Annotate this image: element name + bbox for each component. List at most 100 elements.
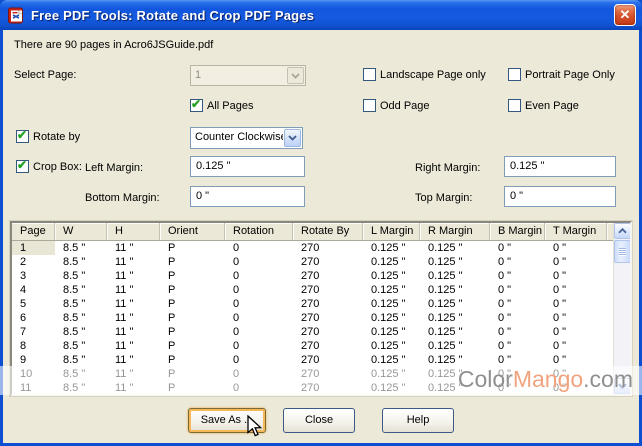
column-header[interactable]: R Margin [420,223,490,240]
table-row[interactable]: 38.5 "11 "P02700.125 "0.125 "0 "0 " [12,269,613,283]
scroll-down-icon[interactable] [614,378,631,394]
table-cell: 0.125 " [363,311,420,325]
column-header[interactable]: L Margin [363,223,420,240]
table-cell: 5 [12,297,55,311]
table-cell: 270 [293,255,363,269]
table-cell: 0 [225,367,293,381]
column-header[interactable]: Rotate By [293,223,363,240]
column-header[interactable]: B Margin [490,223,545,240]
scroll-up-icon[interactable] [614,223,631,239]
table-cell: 0 " [490,297,545,311]
checkbox-landscape-only[interactable]: Landscape Page only [363,68,486,81]
select-page-label: Select Page: [14,69,76,81]
table-cell: 270 [293,297,363,311]
table-cell: P [160,283,225,297]
save-as-button[interactable]: Save As ... [188,408,266,433]
chevron-down-icon[interactable] [284,129,301,147]
table-cell: 8 [12,339,55,353]
checkbox-odd-page[interactable]: Odd Page [363,99,430,112]
table-cell: 0 [225,297,293,311]
table-cell: 0 " [490,325,545,339]
checkbox-rotate-by[interactable]: Rotate by [16,130,80,143]
table-body: 18.5 "11 "P02700.125 "0.125 "0 "0 "28.5 … [12,241,613,394]
table-cell: 8.5 " [55,283,107,297]
top-margin-input[interactable]: 0 " [504,186,616,207]
table-cell: 270 [293,269,363,283]
checkbox-label: Crop Box: [33,161,82,173]
right-margin-input[interactable]: 0.125 " [504,156,616,177]
table-cell: 0 [225,325,293,339]
table-cell: 0.125 " [363,241,420,255]
select-page-value: 1 [191,66,286,85]
table-row[interactable]: 18.5 "11 "P02700.125 "0.125 "0 "0 " [12,241,613,255]
checkbox-all-pages[interactable]: All Pages [190,99,253,112]
title-bar[interactable]: Free PDF Tools: Rotate and Crop PDF Page… [0,0,642,30]
table-cell: 0 " [545,269,607,283]
bottom-margin-input[interactable]: 0 " [190,186,305,207]
table-cell: 0 " [545,339,607,353]
close-icon[interactable] [614,4,636,26]
table-cell: 0 " [545,325,607,339]
table-cell: 8.5 " [55,381,107,394]
left-margin-label: Left Margin: [85,162,143,174]
table-cell: 8.5 " [55,339,107,353]
table-row[interactable]: 48.5 "11 "P02700.125 "0.125 "0 "0 " [12,283,613,297]
select-page-combobox: 1 [190,65,306,86]
column-header[interactable]: H [107,223,160,240]
table-cell: 0.125 " [363,381,420,394]
table-cell: 0 [225,255,293,269]
table-cell: 11 " [107,339,160,353]
checkbox-portrait-only[interactable]: Portrait Page Only [508,68,615,81]
table-cell: 0 " [490,381,545,394]
rotate-direction-combobox[interactable]: Counter Clockwise [190,127,303,149]
checkbox-label: Portrait Page Only [525,69,615,81]
left-margin-input[interactable]: 0.125 " [190,156,305,177]
checkbox-label: Rotate by [33,131,80,143]
column-header[interactable]: Rotation [225,223,293,240]
table-cell: 11 " [107,283,160,297]
column-header[interactable]: Orient [160,223,225,240]
scrollbar-thumb[interactable] [614,240,631,263]
table-row[interactable]: 28.5 "11 "P02700.125 "0.125 "0 "0 " [12,255,613,269]
table-row[interactable]: 108.5 "11 "P02700.125 "0.125 "0 "0 " [12,367,613,381]
table-cell: 7 [12,325,55,339]
table-cell: 0 " [545,353,607,367]
table-cell: 270 [293,241,363,255]
table-cell: 0 " [545,283,607,297]
table-cell: 0.125 " [420,297,490,311]
checkbox-crop-box[interactable]: Crop Box: [16,160,82,173]
table-cell: 0 [225,353,293,367]
table-cell: 0 " [490,339,545,353]
table-cell: P [160,241,225,255]
checkbox-even-page[interactable]: Even Page [508,99,579,112]
table-cell: 0 [225,339,293,353]
column-header[interactable]: T Margin [545,223,607,240]
table-cell: 11 " [107,297,160,311]
table-cell: 0 " [490,269,545,283]
column-header[interactable]: Page [12,223,55,240]
table-row[interactable]: 68.5 "11 "P02700.125 "0.125 "0 "0 " [12,311,613,325]
column-header[interactable]: W [55,223,107,240]
table-cell: 11 " [107,241,160,255]
table-cell: 8.5 " [55,269,107,283]
vertical-scrollbar[interactable] [613,223,630,394]
table-cell: 11 [12,381,55,394]
checkbox-box [508,68,521,81]
table-cell: 0 " [545,311,607,325]
table-cell: 270 [293,367,363,381]
table-cell: 0 [225,381,293,394]
table-cell: 8.5 " [55,367,107,381]
table-row[interactable]: 58.5 "11 "P02700.125 "0.125 "0 "0 " [12,297,613,311]
table-cell: 0.125 " [363,339,420,353]
table-cell: 270 [293,283,363,297]
table-row[interactable]: 78.5 "11 "P02700.125 "0.125 "0 "0 " [12,325,613,339]
right-margin-label: Right Margin: [415,162,480,174]
table-cell: 270 [293,325,363,339]
close-button[interactable]: Close [283,408,355,433]
table-row[interactable]: 118.5 "11 "P02700.125 "0.125 "0 "0 " [12,381,613,394]
pages-table[interactable]: PageWHOrientRotationRotate ByL MarginR M… [10,221,632,396]
help-button[interactable]: Help [382,408,454,433]
table-row[interactable]: 88.5 "11 "P02700.125 "0.125 "0 "0 " [12,339,613,353]
table-row[interactable]: 98.5 "11 "P02700.125 "0.125 "0 "0 " [12,353,613,367]
table-cell: 0 [225,311,293,325]
